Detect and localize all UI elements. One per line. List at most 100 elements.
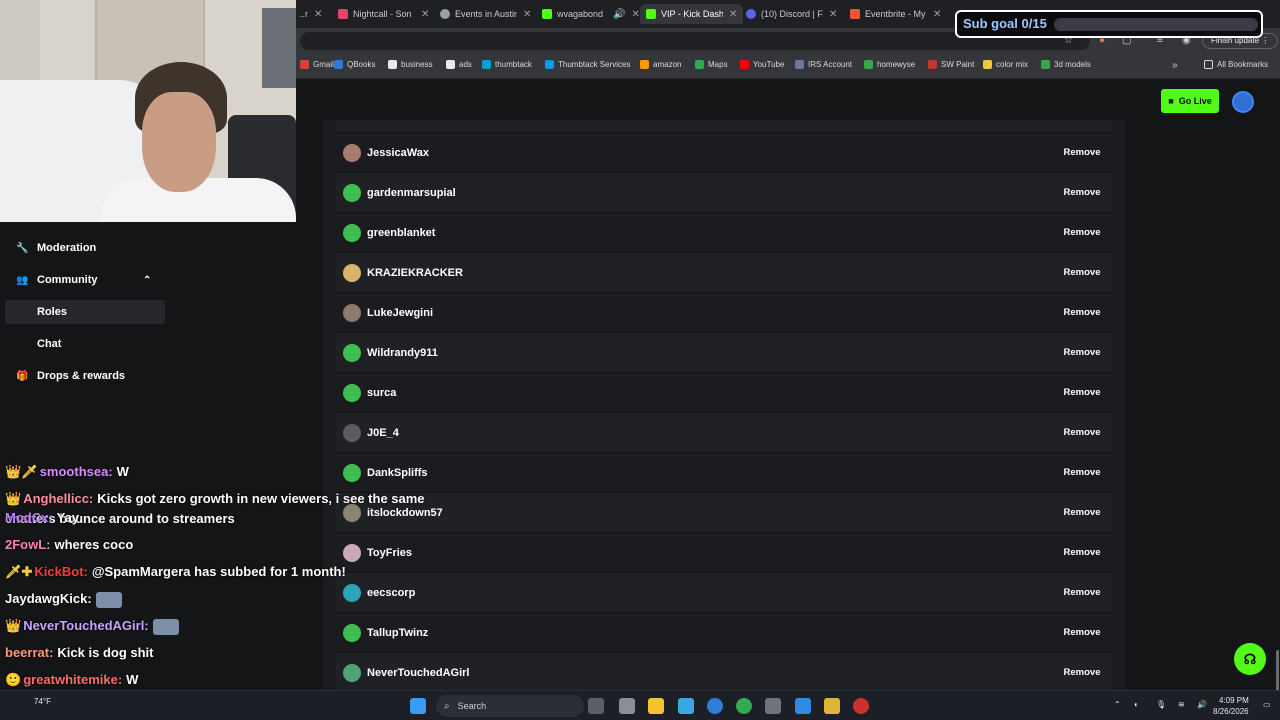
bookmark-label: SW Paint xyxy=(941,60,975,69)
remove-button[interactable]: Remove xyxy=(1057,342,1107,364)
remove-button[interactable]: Remove xyxy=(1057,182,1107,204)
tray-chevron-icon[interactable]: ⌃ xyxy=(1114,700,1121,709)
sidebar-item-roles[interactable]: Roles xyxy=(5,300,165,324)
chevron-up-icon[interactable]: ⌃ xyxy=(143,275,151,286)
sidebar-item-chat[interactable]: Chat xyxy=(5,332,165,356)
browser-tab[interactable]: wvagabond 🔊 ✕ xyxy=(542,4,640,24)
remove-button[interactable]: Remove xyxy=(1057,222,1107,244)
bookmark-item[interactable]: amazon xyxy=(640,60,681,69)
bookmark-item[interactable]: ads xyxy=(446,60,472,69)
chat-message: ModCx: Yay xyxy=(5,508,425,528)
clock-time[interactable]: 4:09 PM xyxy=(1219,696,1249,705)
close-icon[interactable]: ✕ xyxy=(314,9,322,20)
chat-message: 👑🗡 smoothsea: W xyxy=(5,462,425,482)
browser-tab-active[interactable]: VIP - Kick Dash ✕ xyxy=(640,4,744,24)
bookmark-item[interactable]: color mix xyxy=(983,60,1028,69)
paint-icon[interactable] xyxy=(795,698,811,714)
speaker-icon[interactable]: 🔊 xyxy=(613,9,625,20)
close-icon[interactable]: ✕ xyxy=(421,9,429,20)
gift-icon: 🎁 xyxy=(16,370,29,382)
remove-button[interactable]: Remove xyxy=(1057,382,1107,404)
file-explorer-icon[interactable] xyxy=(648,698,664,714)
clock-date[interactable]: 8/26/2026 xyxy=(1213,707,1249,716)
remove-button[interactable]: Remove xyxy=(1057,142,1107,164)
chat-username: 2FowL: xyxy=(5,537,51,552)
table-row: surca Remove xyxy=(335,373,1113,413)
bookmark-item[interactable]: homewyse xyxy=(864,60,915,69)
chevron-right-icon[interactable]: » xyxy=(1172,61,1182,71)
remove-button[interactable]: Remove xyxy=(1057,582,1107,604)
bookmark-item[interactable]: SW Paint xyxy=(928,60,974,69)
browser-tab[interactable]: Nightcall - Son ✕ xyxy=(338,4,429,24)
webcam-person-face xyxy=(142,92,216,192)
bookmark-item[interactable]: IRS Account xyxy=(795,60,852,69)
tray-app-icon[interactable]: ◐ xyxy=(1134,700,1139,709)
chat-badge-icon: 🙂 xyxy=(5,672,22,687)
bookmark-item[interactable]: 3d models xyxy=(1041,60,1091,69)
start-icon[interactable] xyxy=(410,698,426,714)
go-live-button[interactable]: ■ Go Live xyxy=(1161,89,1219,113)
remove-button[interactable]: Remove xyxy=(1057,422,1107,444)
table-row: greenblanket Remove xyxy=(335,213,1113,253)
notification-icon[interactable]: ▭ xyxy=(1263,700,1271,709)
bookmark-item[interactable]: QBooks xyxy=(334,60,375,69)
browser-tab[interactable]: ..nc ✕ xyxy=(300,4,322,24)
bookmark-icon xyxy=(482,60,491,69)
task-view-icon[interactable] xyxy=(588,698,604,714)
close-icon[interactable]: ✕ xyxy=(933,9,941,20)
close-icon[interactable]: ✕ xyxy=(631,9,639,20)
sidebar-item-drops-rewards[interactable]: 🎁 Drops & rewards xyxy=(5,364,165,388)
tab-title: Nightcall - Son xyxy=(353,9,412,19)
all-bookmarks[interactable]: All Bookmarks xyxy=(1204,60,1268,69)
browser-tab[interactable]: (10) Discord | F ✕ xyxy=(746,4,837,24)
avatar xyxy=(343,303,361,322)
remove-button[interactable]: Remove xyxy=(1057,622,1107,644)
chat-text: Yay xyxy=(56,510,80,525)
bookmark-label: Maps xyxy=(708,60,728,69)
bookmark-item[interactable]: business xyxy=(388,60,433,69)
chat-overlay: 👑🗡 smoothsea: W 👑 Anghellicc: Kicks got zero … xyxy=(0,460,470,715)
notepad-icon[interactable] xyxy=(619,698,635,714)
bookmark-icon xyxy=(740,60,749,69)
bookmark-item[interactable]: thumbtack xyxy=(482,60,532,69)
browser-tab[interactable]: Events in Austin ✕ xyxy=(440,4,531,24)
volume-icon[interactable]: 🔊 xyxy=(1197,700,1207,709)
remove-button[interactable]: Remove xyxy=(1057,302,1107,324)
remove-button[interactable]: Remove xyxy=(1057,262,1107,284)
chat-text: W xyxy=(116,464,129,479)
tab-title: Events in Austin xyxy=(455,9,517,19)
bookmark-item[interactable]: YouTube xyxy=(740,60,784,69)
remove-button[interactable]: Remove xyxy=(1057,662,1107,684)
close-icon[interactable]: ✕ xyxy=(829,9,837,20)
close-icon[interactable]: ✕ xyxy=(729,9,737,20)
remove-button[interactable]: Remove xyxy=(1057,502,1107,524)
microphone-icon[interactable]: 🎙 xyxy=(1156,700,1166,709)
browser-tab[interactable]: Eventbrite - My ✕ xyxy=(850,4,941,24)
bookmark-label: amazon xyxy=(653,60,682,69)
bookmark-icon xyxy=(983,60,992,69)
sidebar-item-community[interactable]: 👥 Community ⌃ xyxy=(5,268,165,292)
discord-favicon-icon xyxy=(746,9,756,19)
tab-title: VIP - Kick Dash xyxy=(661,9,723,19)
bookmark-label: thumbtack xyxy=(495,60,532,69)
sidebar-item-moderation[interactable]: 🔧 Moderation xyxy=(5,236,165,260)
bookmark-icon xyxy=(1041,60,1050,69)
taskbar-search[interactable]: ⌕ Search xyxy=(436,695,584,717)
chat-username: NeverTouchedAGirl: xyxy=(23,618,149,633)
app-icon[interactable] xyxy=(824,698,840,714)
user-avatar[interactable] xyxy=(1232,91,1254,113)
edge-icon[interactable] xyxy=(707,698,723,714)
support-headset-icon[interactable]: ☊ xyxy=(1234,643,1266,675)
calculator-icon[interactable] xyxy=(678,698,694,714)
obs-icon[interactable] xyxy=(853,698,869,714)
remove-button[interactable]: Remove xyxy=(1057,462,1107,484)
bookmark-item[interactable]: Gmail xyxy=(300,60,334,69)
close-icon[interactable]: ✕ xyxy=(523,9,531,20)
bookmark-item[interactable]: Maps xyxy=(695,60,728,69)
calculator-app-icon[interactable] xyxy=(765,698,781,714)
bookmark-item[interactable]: Thumbtack Services xyxy=(545,60,630,69)
wifi-icon[interactable]: ≋ xyxy=(1178,700,1185,709)
remove-button[interactable]: Remove xyxy=(1057,542,1107,564)
weather-widget[interactable]: 74°F xyxy=(34,697,51,706)
chrome-icon[interactable] xyxy=(736,698,752,714)
